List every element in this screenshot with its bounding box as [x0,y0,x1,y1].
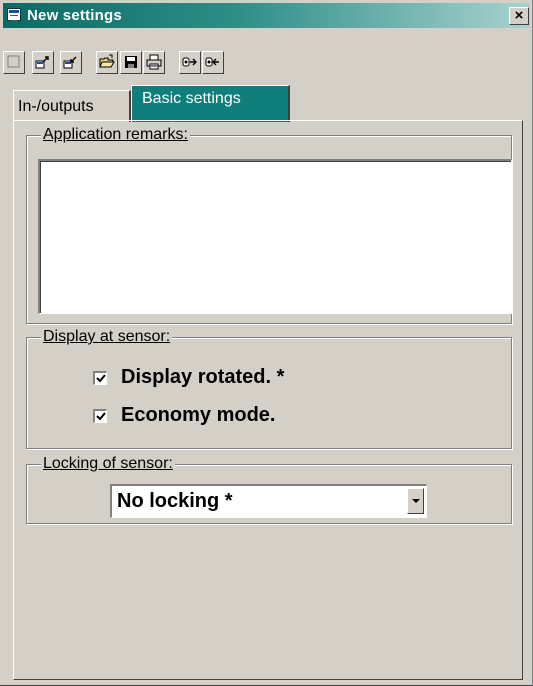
sensor-read-button[interactable] [202,51,224,74]
new-blank-icon [7,55,20,68]
save-button[interactable] [120,51,142,74]
display-rotated-checkbox[interactable] [93,371,107,385]
locking-of-sensor-group: Locking of sensor: No locking * [26,455,512,524]
application-remarks-input[interactable] [38,159,512,314]
new-button[interactable] [3,51,25,74]
display-at-sensor-title: Display at sensor: [41,328,173,346]
locking-of-sensor-title: Locking of sensor: [41,455,175,473]
toolbar [0,31,533,74]
import-button[interactable] [60,51,82,74]
application-remarks-group: Application remarks: [26,126,512,324]
sensor-read-icon [205,57,219,67]
window-app-icon [7,8,21,21]
export-icon [35,56,49,69]
print-button[interactable] [143,51,165,74]
window-title: New settings [27,7,122,24]
application-remarks-title: Application remarks: [41,126,190,144]
basic-settings-panel: Application remarks: Display at sensor: … [13,120,523,680]
open-button[interactable] [96,51,118,74]
open-folder-icon [99,54,115,68]
tab-strip: In-/outputs Basic settings [0,85,533,122]
economy-mode-checkbox[interactable] [93,409,107,423]
settings-window: New settings × In-/outputs Basic setting… [0,0,533,686]
checkmark-icon [96,412,106,421]
import-icon [63,56,77,69]
export-button[interactable] [32,51,54,74]
locking-select[interactable]: No locking * [110,484,427,518]
checkmark-icon [96,374,106,383]
locking-selected-value: No locking * [117,490,233,512]
close-button[interactable]: × [509,7,529,25]
title-bar[interactable]: New settings × [3,3,530,28]
sensor-write-icon [182,57,197,67]
display-rotated-label: Display rotated. * [121,366,285,388]
tab-in-outputs[interactable]: In-/outputs [13,90,131,122]
save-disk-icon [125,56,137,68]
tab-basic-settings[interactable]: Basic settings [131,85,290,122]
economy-mode-label: Economy mode. [121,404,276,426]
sensor-write-button[interactable] [179,51,201,74]
dropdown-arrow-icon[interactable] [407,488,424,514]
display-at-sensor-group: Display at sensor: Display rotated. * Ec… [26,328,512,449]
print-icon [146,54,162,70]
